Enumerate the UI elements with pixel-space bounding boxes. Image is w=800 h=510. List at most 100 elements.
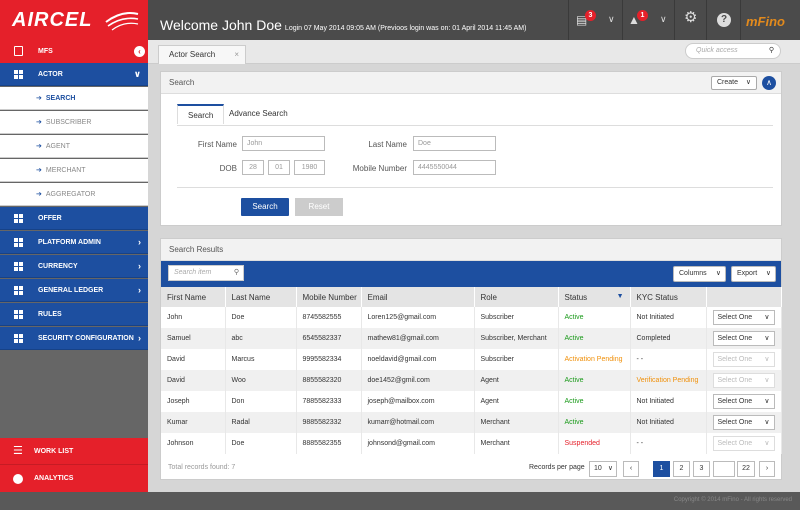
sidebar-subitem-label: AGENT xyxy=(45,143,70,150)
search-icon[interactable]: ⚲ xyxy=(769,44,774,58)
action-select[interactable]: Select One ∨ xyxy=(712,352,775,367)
tab-advance-search[interactable]: Advance Search xyxy=(219,104,298,124)
sidebar-item-security-configuration[interactable]: SECURITY CONFIGURATION › xyxy=(0,327,148,350)
sidebar-item-platform-admin[interactable]: PLATFORM ADMIN › xyxy=(0,231,148,254)
action-select[interactable]: Select One ∨ xyxy=(712,415,775,430)
column-header-role[interactable]: Role xyxy=(474,287,559,307)
table-header-row: First Name Last Name Mobile Number Email… xyxy=(161,287,782,307)
page-button-1[interactable]: 1 xyxy=(653,461,670,477)
cell-kyc: Not Initiated xyxy=(630,412,707,433)
gear-icon[interactable]: ⚙ xyxy=(684,10,697,25)
cell-role: Subscriber xyxy=(474,349,559,370)
page-button-2[interactable]: 2 xyxy=(673,461,690,477)
bell-icon[interactable]: ▲ 1 xyxy=(628,10,648,26)
chevron-down-icon: ∨ xyxy=(764,314,770,321)
sidebar-subitem-agent[interactable]: ➔ AGENT xyxy=(0,135,148,158)
column-header-first-name[interactable]: First Name xyxy=(161,287,226,307)
messages-icon[interactable]: ▤ 3 xyxy=(576,10,596,26)
column-header-kyc-status[interactable]: KYC Status xyxy=(630,287,707,307)
messages-chevron-down-icon[interactable]: ∨ xyxy=(608,14,615,25)
page-jump-input[interactable] xyxy=(713,461,735,477)
aircel-logo[interactable]: AIRCEL xyxy=(0,0,148,40)
sidebar-item-mfs[interactable]: MFS ‹ xyxy=(0,40,148,63)
search-results-title: Search Results xyxy=(161,239,781,261)
chevron-down-icon: ∨ xyxy=(607,465,613,472)
action-select[interactable]: Select One ∨ xyxy=(712,331,775,346)
search-button[interactable]: Search xyxy=(241,198,289,216)
reset-button[interactable]: Reset xyxy=(295,198,343,216)
sidebar-item-currency[interactable]: CURRENCY › xyxy=(0,255,148,278)
sort-desc-icon[interactable]: ▼ xyxy=(617,293,624,300)
cell-kyc: Verification Pending xyxy=(630,370,707,391)
search-icon[interactable]: ⚲ xyxy=(234,266,239,280)
sidebar-item-offer[interactable]: OFFER xyxy=(0,207,148,230)
page-button-3[interactable]: 3 xyxy=(693,461,710,477)
cell-role: Subscriber xyxy=(474,307,559,328)
page-button-last[interactable]: 22 xyxy=(737,461,755,477)
dob-month-field[interactable]: 01 xyxy=(268,160,290,175)
chevron-down-icon: ∨ xyxy=(764,440,770,447)
sidebar-subitem-search[interactable]: ➔ SEARCH xyxy=(0,87,148,110)
cell-kyc: Completed xyxy=(630,328,707,349)
action-select[interactable]: Select One ∨ xyxy=(712,373,775,388)
help-icon[interactable]: ? xyxy=(717,13,731,27)
logo-swoosh-icon xyxy=(105,12,139,31)
action-select[interactable]: Select One ∨ xyxy=(712,436,775,451)
action-select[interactable]: Select One ∨ xyxy=(712,310,775,325)
previous-page-icon[interactable]: ‹ xyxy=(623,461,639,477)
login-info: Login 07 May 2014 09:05 AM (Previoos log… xyxy=(284,25,527,32)
chevron-right-icon: › xyxy=(138,333,141,343)
sidebar-subitem-subscriber[interactable]: ➔ SUBSCRIBER xyxy=(0,111,148,134)
sidebar-subitem-merchant[interactable]: ➔ MERCHANT xyxy=(0,159,148,182)
records-per-page-select[interactable]: 10 ∨ xyxy=(589,461,617,477)
column-header-email[interactable]: Email xyxy=(361,287,475,307)
create-dropdown[interactable]: Create ∨ xyxy=(711,76,757,90)
cell-action: Select One ∨ xyxy=(706,349,782,370)
cell-role: Agent xyxy=(474,370,559,391)
sidebar-item-work-list[interactable]: ☰ WORK LIST xyxy=(0,438,148,465)
sidebar-item-analytics[interactable]: ANALYTICS xyxy=(0,465,148,492)
mobile-number-label: Mobile Number xyxy=(352,164,407,173)
dob-year-field[interactable]: 1980 xyxy=(294,160,325,175)
notifications-badge: 1 xyxy=(637,10,648,21)
quick-access-input[interactable]: Quick access ⚲ xyxy=(685,43,781,59)
mobile-number-field[interactable]: 4445550044 xyxy=(413,160,496,175)
dob-day-field[interactable]: 28 xyxy=(242,160,264,175)
sidebar-subitem-aggregator[interactable]: ➔ AGGREGATOR xyxy=(0,183,148,206)
action-select[interactable]: Select One ∨ xyxy=(712,394,775,409)
action-select-value: Select One xyxy=(717,398,753,405)
last-name-field[interactable]: Doe xyxy=(413,136,496,151)
cell-mobile: 8885582355 xyxy=(296,433,362,454)
close-icon[interactable]: × xyxy=(234,46,239,64)
tab-actor-search[interactable]: Actor Search × xyxy=(158,45,246,64)
collapse-panel-icon[interactable]: ∧ xyxy=(762,76,776,90)
first-name-field[interactable]: John xyxy=(242,136,325,151)
cell-first-name: Johnson xyxy=(161,433,226,454)
cell-status: Active xyxy=(558,391,631,412)
columns-dropdown[interactable]: Columns ∨ xyxy=(673,266,726,282)
sidebar-subitem-label: AGGREGATOR xyxy=(45,191,96,198)
mfino-logo: mFino xyxy=(746,14,785,29)
cell-last-name: Doe xyxy=(225,307,297,328)
search-item-input[interactable]: Search item ⚲ xyxy=(168,265,244,281)
column-header-last-name[interactable]: Last Name xyxy=(225,287,297,307)
action-select-value: Select One xyxy=(717,335,753,342)
arrow-right-icon: ➔ xyxy=(36,95,42,102)
sidebar-item-label: SECURITY CONFIGURATION xyxy=(38,335,134,342)
column-header-status[interactable]: Status ▼ xyxy=(558,287,631,307)
grid-icon xyxy=(14,310,23,319)
sidebar-item-rules[interactable]: RULES xyxy=(0,303,148,326)
sidebar-item-general-ledger[interactable]: GENERAL LEDGER › xyxy=(0,279,148,302)
notifications-chevron-down-icon[interactable]: ∨ xyxy=(660,14,667,25)
cell-mobile: 8855582320 xyxy=(296,370,362,391)
collapse-sidebar-icon[interactable]: ‹ xyxy=(134,46,145,57)
tab-search[interactable]: Search xyxy=(177,104,225,124)
records-per-page-label: Records per page xyxy=(529,464,585,471)
cell-status: Active xyxy=(558,307,631,328)
sidebar-item-actor[interactable]: ACTOR ∨ xyxy=(0,63,148,86)
export-dropdown[interactable]: Export ∨ xyxy=(731,266,776,282)
column-header-mobile-number[interactable]: Mobile Number xyxy=(296,287,362,307)
cell-email: joseph@mailbox.com xyxy=(361,391,475,412)
arrow-right-icon: ➔ xyxy=(36,167,42,174)
next-page-icon[interactable]: › xyxy=(759,461,775,477)
